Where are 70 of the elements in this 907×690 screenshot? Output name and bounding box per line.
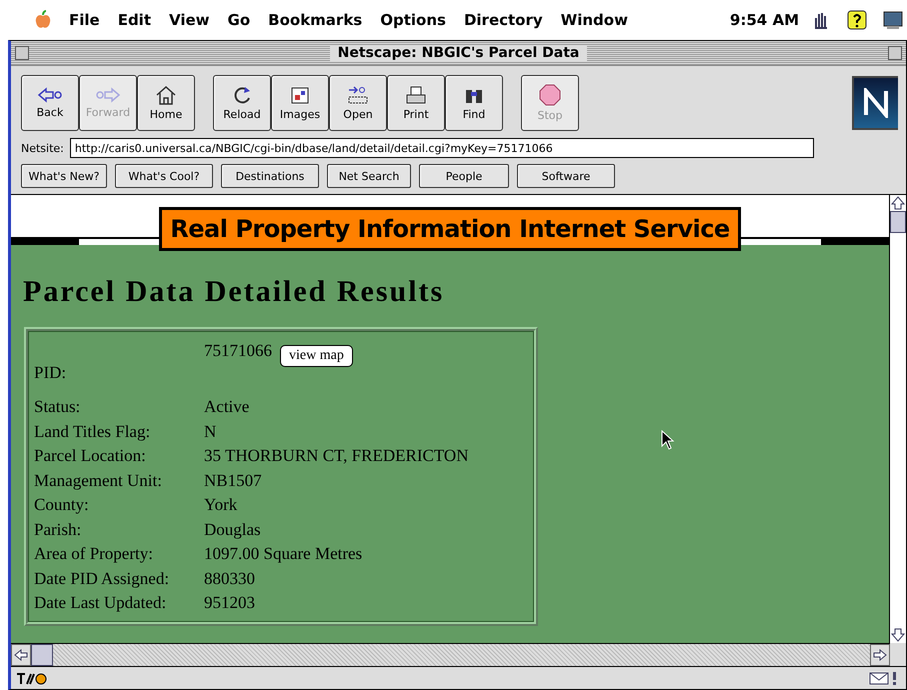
scroll-right-icon[interactable] bbox=[873, 649, 887, 661]
menu-item[interactable]: File bbox=[60, 11, 109, 29]
view-map-button[interactable]: view map bbox=[280, 345, 353, 367]
toolbar-button[interactable]: Open bbox=[329, 75, 387, 131]
scroll-thumb[interactable] bbox=[890, 211, 906, 233]
field-label: County: bbox=[34, 495, 90, 516]
url-field[interactable]: http://caris0.universal.ca/NBGIC/cgi-bin/dbase/land/detail/detail.cgi?myKey=75171066 bbox=[70, 138, 814, 158]
scroll-down-icon[interactable] bbox=[890, 627, 906, 643]
mouse-pointer-icon bbox=[661, 430, 675, 450]
window-title: Netscape: NBGIC's Parcel Data bbox=[330, 45, 588, 61]
house-icon bbox=[155, 85, 177, 105]
vertical-scrollbar[interactable] bbox=[889, 195, 906, 643]
clock: 9:54 AM bbox=[730, 11, 799, 29]
letter-logo-icon bbox=[861, 88, 891, 118]
directory-button[interactable]: What's New? bbox=[21, 164, 107, 188]
field-label: PID: bbox=[34, 363, 68, 383]
menu-item[interactable]: Options bbox=[371, 11, 455, 29]
close-box[interactable] bbox=[15, 46, 29, 60]
field-value: Active bbox=[204, 397, 250, 418]
toolbar-button[interactable]: Back bbox=[21, 75, 79, 131]
directory-button[interactable]: People bbox=[419, 164, 509, 188]
page-heading: Parcel Data Detailed Results bbox=[23, 275, 446, 309]
stop-icon bbox=[539, 84, 561, 106]
apple-logo-icon[interactable] bbox=[34, 10, 52, 30]
open-icon bbox=[347, 85, 369, 105]
menu-item[interactable]: Window bbox=[552, 11, 637, 29]
directory-button[interactable]: Net Search bbox=[327, 164, 411, 188]
menu-item[interactable]: View bbox=[160, 11, 219, 29]
toolbar-button[interactable]: Reload bbox=[213, 75, 271, 131]
field-value: 75171066 bbox=[204, 341, 272, 361]
scroll-up-icon[interactable] bbox=[890, 195, 906, 211]
field-value: 880330 bbox=[204, 568, 256, 589]
field-value: NB1507 bbox=[204, 470, 263, 491]
field-label: Land Titles Flag: bbox=[34, 422, 152, 442]
location-label: Netsite: bbox=[21, 142, 64, 154]
field-label: Parcel Location: bbox=[34, 446, 147, 466]
directory-button[interactable]: What's Cool? bbox=[115, 164, 213, 188]
left-arrow-icon bbox=[37, 87, 63, 103]
horizontal-scrollbar[interactable] bbox=[11, 643, 890, 666]
field-label: Date Last Updated: bbox=[34, 593, 168, 614]
field-label: Status: bbox=[34, 397, 82, 418]
field-value: 951203 bbox=[204, 593, 256, 614]
directory-button[interactable]: Destinations bbox=[221, 164, 319, 188]
directory-button[interactable]: Software bbox=[517, 164, 615, 188]
menu-item[interactable]: Directory bbox=[454, 11, 552, 29]
help-icon[interactable] bbox=[847, 10, 867, 30]
field-label: Management Unit: bbox=[34, 470, 163, 491]
field-label: Area of Property: bbox=[34, 544, 154, 564]
field-value: N bbox=[204, 422, 218, 442]
images-icon bbox=[289, 85, 311, 105]
field-value: York bbox=[204, 495, 238, 516]
printer-icon bbox=[405, 85, 427, 105]
zoom-box[interactable] bbox=[888, 46, 902, 60]
toolbar-button[interactable]: Images bbox=[271, 75, 329, 131]
menu-item[interactable]: Edit bbox=[108, 11, 160, 29]
menu-item[interactable]: Go bbox=[218, 11, 260, 29]
field-label: Date PID Assigned: bbox=[34, 568, 170, 589]
menu-item[interactable]: Bookmarks bbox=[259, 11, 372, 29]
field-value: 35 THORBURN CT, FREDERICTON bbox=[204, 446, 470, 466]
field-value: Douglas bbox=[204, 520, 262, 540]
monitor-icon[interactable] bbox=[883, 10, 903, 30]
toolbar-button[interactable]: Find bbox=[445, 75, 503, 131]
field-value: 1097.00 Square Metres bbox=[204, 544, 364, 564]
right-arrow-icon bbox=[95, 87, 121, 103]
scroll-left-icon[interactable] bbox=[14, 649, 28, 661]
site-banner: Real Property Information Internet Service bbox=[159, 207, 741, 251]
field-label: Parish: bbox=[34, 520, 82, 540]
toolbar-button[interactable]: Print bbox=[387, 75, 445, 131]
toolbar-button[interactable]: Home bbox=[137, 75, 195, 131]
scroll-thumb[interactable] bbox=[31, 644, 53, 666]
